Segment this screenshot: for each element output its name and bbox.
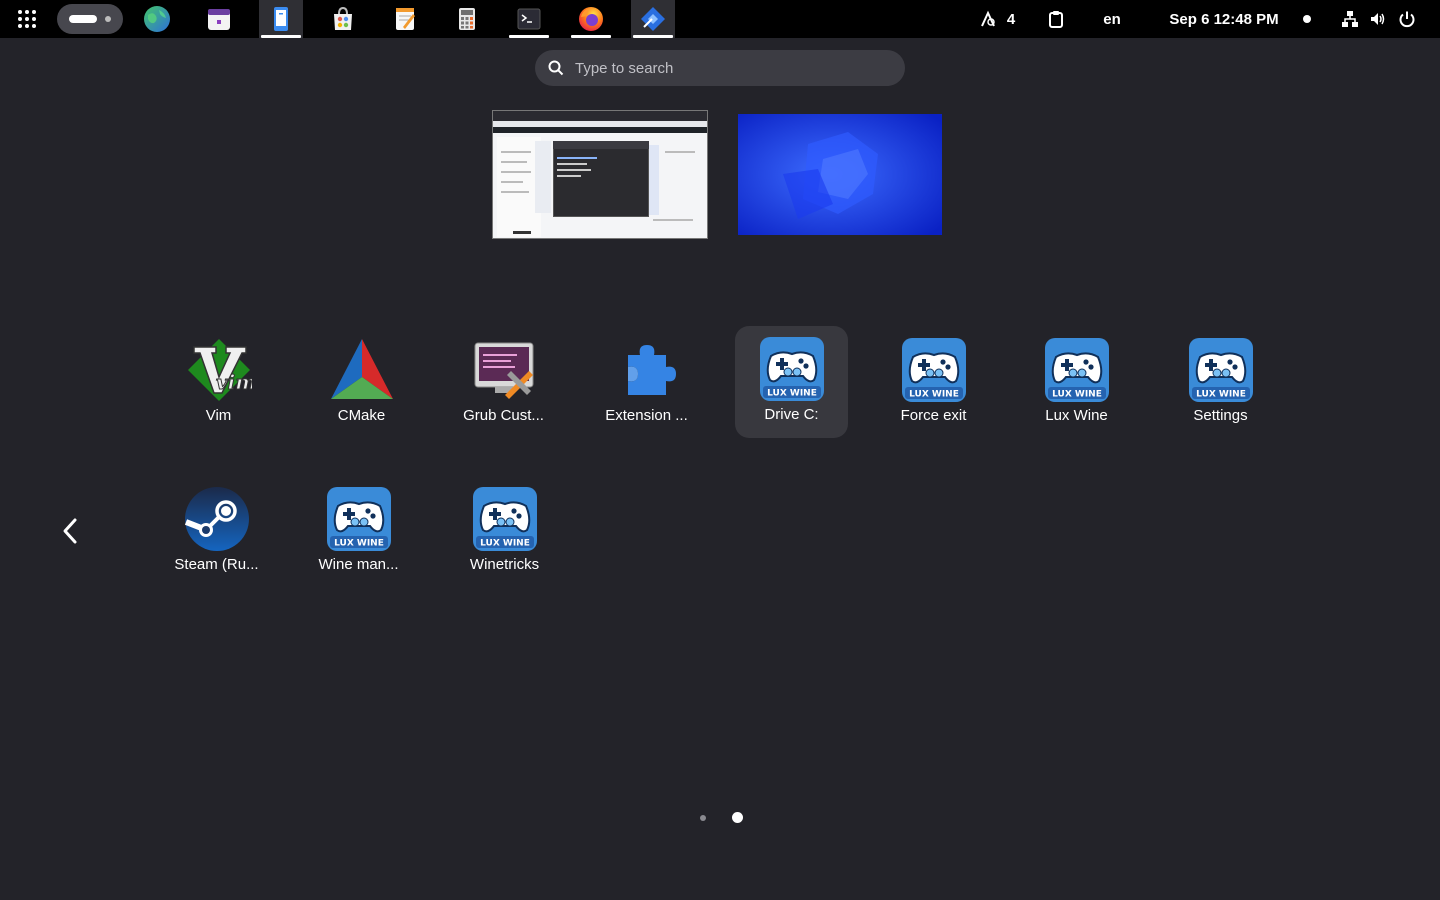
dock-lux-app[interactable] <box>631 0 675 38</box>
svg-text:vim: vim <box>216 370 252 394</box>
document-app-icon <box>274 7 288 31</box>
svg-text:LUX WINE: LUX WINE <box>480 539 530 549</box>
lux-wine-icon: LUX WINE <box>1188 338 1253 402</box>
app-winetricks[interactable]: LUX WINE Winetricks <box>448 476 561 588</box>
app-wine-manager[interactable]: LUX WINE Wine man... <box>302 476 415 588</box>
search-bar[interactable] <box>535 50 905 86</box>
app-label: Drive C: <box>764 406 819 423</box>
grub-customizer-icon <box>474 342 533 399</box>
blue-wallpaper <box>738 114 942 235</box>
cmake-icon <box>330 339 393 399</box>
text-editor-icon <box>396 8 415 30</box>
app-label: Force exit <box>900 407 967 424</box>
app-label: CMake <box>337 407 386 424</box>
lux-wine-icon: LUX WINE <box>759 337 824 401</box>
page-dot-1[interactable] <box>700 815 706 821</box>
svg-text:LUX WINE: LUX WINE <box>767 389 817 399</box>
dock-files-app[interactable] <box>259 0 303 38</box>
app-label: Settings <box>1193 407 1248 424</box>
app-drive-c[interactable]: LUX WINE Drive C: <box>735 326 848 438</box>
keyboard-layout[interactable]: en <box>1103 11 1121 28</box>
svg-text:LUX WINE: LUX WINE <box>1196 390 1246 400</box>
lux-wine-icon: LUX WINE <box>1044 338 1109 402</box>
top-bar: 4 en Sep 6 12:48 PM <box>0 0 1440 38</box>
search-provider-icon[interactable] <box>978 0 998 38</box>
app-label: Winetricks <box>469 556 540 573</box>
dock-terminal-app[interactable] <box>507 0 551 38</box>
search-input[interactable] <box>575 50 895 86</box>
power-icon[interactable] <box>1397 0 1417 38</box>
terminal-icon <box>517 8 541 30</box>
app-cmake[interactable]: CMake <box>305 327 418 439</box>
app-label: Lux Wine <box>1045 407 1108 424</box>
app-lux-wine[interactable]: LUX WINE Lux Wine <box>1020 327 1133 439</box>
extension-puzzle-icon <box>627 345 676 395</box>
notification-dot-icon <box>1300 0 1314 38</box>
volume-icon[interactable] <box>1368 0 1388 38</box>
svg-text:LUX WINE: LUX WINE <box>1052 390 1102 400</box>
firefox-icon <box>579 7 603 31</box>
show-apps-button[interactable] <box>10 0 44 38</box>
dock-software-app[interactable] <box>321 0 365 38</box>
globe-icon <box>144 6 170 32</box>
app-label: Steam (Ru... <box>174 556 259 573</box>
dock-text-editor-app[interactable] <box>383 0 427 38</box>
shopping-bag-icon <box>334 6 352 30</box>
app-label: Wine man... <box>318 556 399 573</box>
steam-icon <box>184 487 249 551</box>
blue-app-icon <box>641 7 665 31</box>
app-settings[interactable]: LUX WINE Settings <box>1164 327 1277 439</box>
search-icon <box>548 60 564 76</box>
app-label: Grub Cust... <box>463 407 544 424</box>
apps-grid-icon <box>18 10 36 28</box>
activities-indicator[interactable] <box>57 4 123 34</box>
previous-page-button[interactable] <box>54 512 86 550</box>
app-vim[interactable]: vim Vim <box>162 327 275 439</box>
workspace-thumbnail-1[interactable] <box>492 110 708 239</box>
page-dot-2-current[interactable] <box>732 812 743 823</box>
svg-text:LUX WINE: LUX WINE <box>909 390 959 400</box>
clipboard-icon[interactable] <box>1046 0 1066 38</box>
dock-calendar-app[interactable] <box>197 0 241 38</box>
app-label: Extension ... <box>605 407 688 424</box>
indicator-count: 4 <box>1006 10 1016 28</box>
app-steam[interactable]: Steam (Ru... <box>160 476 273 588</box>
lux-wine-icon: LUX WINE <box>326 487 391 551</box>
workspace-thumbnail-2[interactable] <box>738 114 942 235</box>
lux-wine-icon: LUX WINE <box>901 338 966 402</box>
app-extension-manager[interactable]: Extension ... <box>590 327 703 439</box>
svg-text:LUX WINE: LUX WINE <box>334 539 384 549</box>
dock-globe-app[interactable] <box>135 0 179 38</box>
chevron-left-icon <box>63 518 77 544</box>
clock[interactable]: Sep 6 12:48 PM <box>1169 11 1278 28</box>
lux-wine-icon: LUX WINE <box>472 487 537 551</box>
vim-icon: vim <box>187 339 252 401</box>
dock-firefox-app[interactable] <box>569 0 613 38</box>
network-wired-icon[interactable] <box>1340 0 1360 38</box>
app-force-exit[interactable]: LUX WINE Force exit <box>877 327 990 439</box>
dock-calculator-app[interactable] <box>445 0 489 38</box>
calculator-icon <box>459 8 475 30</box>
app-label: Vim <box>205 407 232 424</box>
app-grub-customizer[interactable]: Grub Cust... <box>447 327 560 439</box>
calendar-icon <box>208 9 230 30</box>
